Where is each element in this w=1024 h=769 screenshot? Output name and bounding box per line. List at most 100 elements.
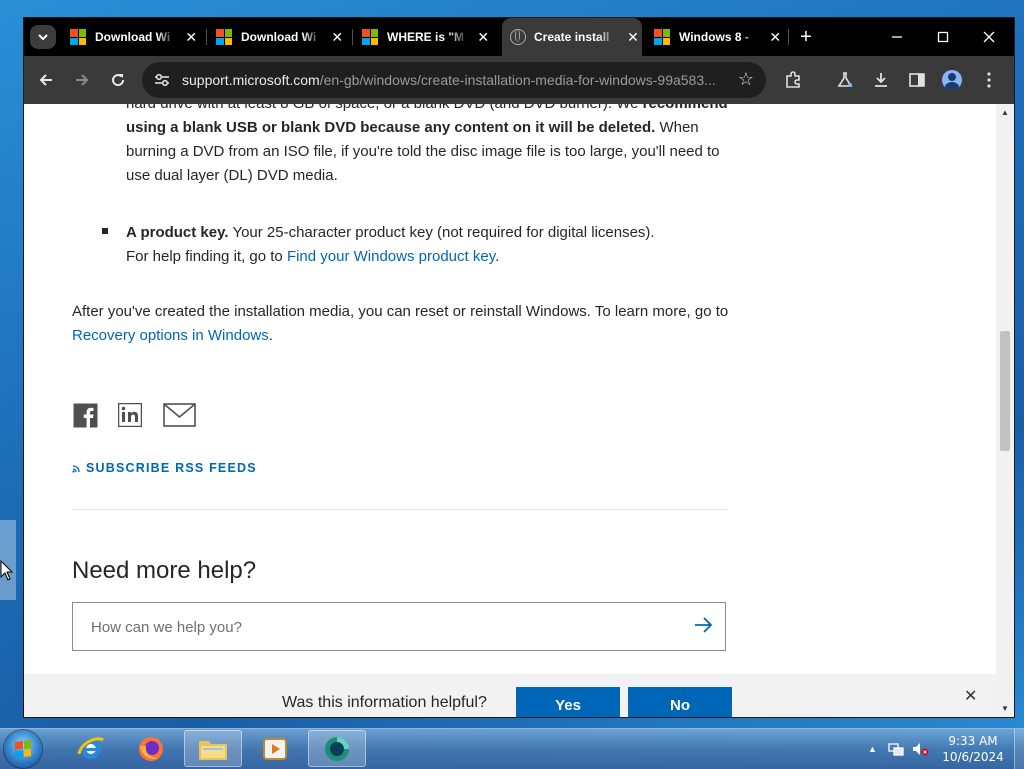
feedback-yes-button[interactable]: Yes (516, 687, 620, 717)
period: . (268, 327, 273, 344)
taskbar-media-player[interactable] (246, 730, 304, 767)
profile-avatar[interactable] (942, 70, 962, 90)
section-divider (72, 509, 728, 510)
minimize-button[interactable] (874, 18, 920, 56)
microsoft-logo-icon (654, 29, 670, 45)
back-button[interactable] (34, 68, 58, 92)
period: . (495, 248, 500, 265)
scroll-up-arrow-icon[interactable]: ▲ (1001, 108, 1009, 117)
forward-button[interactable] (70, 68, 94, 92)
page-scrollbar[interactable]: ▲ ▼ (996, 104, 1014, 717)
url-host: support.microsoft.com (182, 72, 320, 88)
product-key-help-prefix: For help finding it, go to (126, 248, 283, 265)
labs-flask-icon[interactable] (834, 69, 856, 91)
reload-button[interactable] (106, 68, 130, 92)
close-window-button[interactable] (966, 18, 1012, 56)
microsoft-logo-icon (70, 29, 86, 45)
installation-media-paragraph: After you've created the installation me… (72, 300, 732, 348)
media-requirement-text: hard drive with at least 8 GB of space, … (126, 104, 736, 188)
feedback-bar: Was this information helpful? Yes No ✕ (24, 674, 996, 717)
arrow-right-icon (76, 74, 89, 86)
folder-icon (199, 740, 227, 760)
clock-date: 10/6/2024 (942, 750, 1004, 764)
volume-muted-icon[interactable] (911, 741, 929, 757)
linkedin-share-icon[interactable] (117, 402, 143, 428)
close-tab-icon[interactable]: ✕ (183, 28, 200, 46)
taskbar-clock[interactable]: 9:33 AM 10/6/2024 (936, 733, 1010, 765)
facebook-share-icon[interactable] (72, 402, 98, 428)
close-icon (983, 31, 995, 43)
tab-title: WHERE is "M (387, 30, 465, 44)
microsoft-logo-icon (362, 29, 378, 45)
taskbar: ▲ 9:33 AM 10/6/2024 (0, 728, 1024, 769)
maximize-button[interactable] (920, 18, 966, 56)
para2-text: After you've created the installation me… (72, 303, 729, 320)
show-hidden-icons-icon[interactable]: ▲ (868, 744, 877, 754)
close-feedback-icon[interactable]: ✕ (964, 686, 977, 706)
tab-bar: Download Wi ✕ Download Wi ✕ WHERE is "M … (24, 18, 1014, 56)
extensions-icon[interactable] (782, 69, 804, 91)
internet-explorer-icon (77, 736, 104, 759)
tab-separator (352, 29, 353, 45)
site-settings-icon[interactable] (152, 70, 172, 90)
network-icon[interactable] (887, 741, 905, 757)
browser-toolbar: support.microsoft.com/en-gb/windows/crea… (24, 56, 1014, 104)
arrow-right-icon[interactable] (693, 615, 713, 635)
tab-windows-8[interactable]: Windows 8 - ✕ (654, 18, 784, 56)
bookmark-star-icon[interactable]: ☆ (738, 69, 754, 90)
taskbar-chrome-app[interactable] (308, 730, 366, 767)
url-path: /en-gb/windows/create-installation-media… (319, 72, 716, 88)
close-tab-icon[interactable]: ✕ (624, 28, 642, 46)
browser-app-icon (325, 736, 349, 761)
mouse-cursor-icon (0, 560, 14, 581)
close-tab-icon[interactable]: ✕ (767, 28, 784, 46)
address-bar[interactable]: support.microsoft.com/en-gb/windows/crea… (142, 62, 766, 98)
subscribe-rss-link[interactable]: SUBSCRIBE RSS FEEDS (72, 461, 257, 475)
close-tab-icon[interactable]: ✕ (475, 28, 492, 46)
feedback-no-button[interactable]: No (628, 687, 732, 717)
help-search-input[interactable] (74, 604, 693, 651)
page-content: hard drive with at least 8 GB of space, … (24, 104, 996, 717)
tab-title: Create install (534, 30, 610, 44)
scroll-down-arrow-icon[interactable]: ▼ (1001, 704, 1009, 713)
download-icon[interactable] (870, 69, 892, 91)
taskbar-file-explorer[interactable] (184, 730, 242, 767)
media-player-icon (263, 737, 287, 760)
find-product-key-link[interactable]: Find your Windows product key (287, 248, 495, 265)
globe-icon (510, 29, 526, 45)
reload-icon (112, 74, 125, 87)
windows-logo-icon (15, 740, 31, 758)
side-panel-icon[interactable] (906, 69, 928, 91)
tab-download-windows-2[interactable]: Download Wi ✕ (216, 18, 346, 56)
scrollbar-thumb[interactable] (1000, 331, 1010, 451)
menu-kebab-icon[interactable] (978, 69, 1000, 91)
start-button[interactable] (4, 730, 42, 768)
clock-time: 9:33 AM (948, 734, 998, 748)
tab-title: Windows 8 - (679, 30, 749, 44)
chevron-down-icon (38, 34, 48, 41)
feedback-question: Was this information helpful? (282, 694, 487, 711)
tab-where-is[interactable]: WHERE is "M ✕ (362, 18, 492, 56)
help-search-box (72, 602, 726, 651)
taskbar-internet-explorer[interactable] (62, 730, 120, 767)
new-tab-button[interactable]: + (794, 25, 818, 49)
firefox-icon (139, 736, 163, 761)
product-key-bullet: A product key. Your 25-character product… (126, 221, 736, 269)
microsoft-logo-icon (216, 29, 232, 45)
close-tab-icon[interactable]: ✕ (329, 28, 346, 46)
rss-icon (72, 465, 80, 473)
system-tray: ▲ (868, 729, 929, 769)
show-desktop-button[interactable] (1014, 729, 1024, 769)
taskbar-firefox[interactable] (122, 730, 180, 767)
minimize-icon (892, 36, 902, 38)
url-text[interactable]: support.microsoft.com/en-gb/windows/crea… (182, 72, 734, 88)
tab-title: Download Wi (241, 30, 317, 44)
tab-search-button[interactable] (30, 25, 56, 49)
tab-download-windows-1[interactable]: Download Wi ✕ (70, 18, 200, 56)
tab-create-installation-media[interactable]: Create install ✕ (502, 18, 642, 56)
email-share-icon[interactable] (162, 402, 196, 428)
product-key-text: Your 25-character product key (not requi… (232, 224, 655, 241)
tab-title: Download Wi (95, 30, 171, 44)
tab-separator (788, 29, 789, 45)
recovery-options-link[interactable]: Recovery options in Windows (72, 327, 269, 344)
